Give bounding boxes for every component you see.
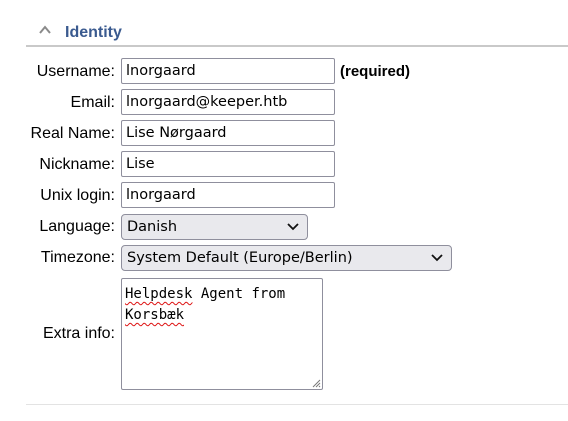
language-select[interactable]: Danish xyxy=(121,214,308,240)
section-divider xyxy=(26,404,568,405)
language-selected-value: Danish xyxy=(127,219,178,235)
nickname-label: Nickname: xyxy=(39,156,115,173)
username-input[interactable]: lnorgaard xyxy=(121,58,335,84)
extrainfo-textarea[interactable]: Helpdesk Agent from Korsbæk xyxy=(121,278,323,390)
section-header[interactable]: Identity xyxy=(26,18,568,47)
spellcheck-word: Helpdesk xyxy=(125,286,193,302)
resize-grip-icon[interactable] xyxy=(311,378,321,388)
username-label: Username: xyxy=(36,63,115,80)
email-input[interactable]: lnorgaard@keeper.htb xyxy=(121,89,335,115)
timezone-select[interactable]: System Default (Europe/Berlin) xyxy=(121,245,452,271)
email-label: Email: xyxy=(70,94,115,111)
required-note: (required) xyxy=(340,63,411,80)
chevron-down-icon xyxy=(287,223,299,231)
extrainfo-line-1: Helpdesk Agent from xyxy=(125,286,286,302)
timezone-label: Timezone: xyxy=(40,249,115,266)
timezone-selected-value: System Default (Europe/Berlin) xyxy=(127,250,353,266)
extrainfo-line-2: Korsbæk xyxy=(125,305,319,326)
unixlogin-input[interactable]: lnorgaard xyxy=(121,182,335,208)
chevron-up-icon[interactable] xyxy=(38,24,52,36)
extrainfo-label: Extra info: xyxy=(42,325,115,342)
language-label: Language: xyxy=(39,218,115,235)
realname-input[interactable]: Lise Nørgaard xyxy=(121,120,335,146)
section-title: Identity xyxy=(65,24,122,41)
nickname-input[interactable]: Lise xyxy=(121,151,335,177)
unixlogin-label: Unix login: xyxy=(40,187,115,204)
spellcheck-word: Korsbæk xyxy=(125,307,185,323)
realname-label: Real Name: xyxy=(30,125,115,142)
chevron-down-icon xyxy=(431,254,443,262)
